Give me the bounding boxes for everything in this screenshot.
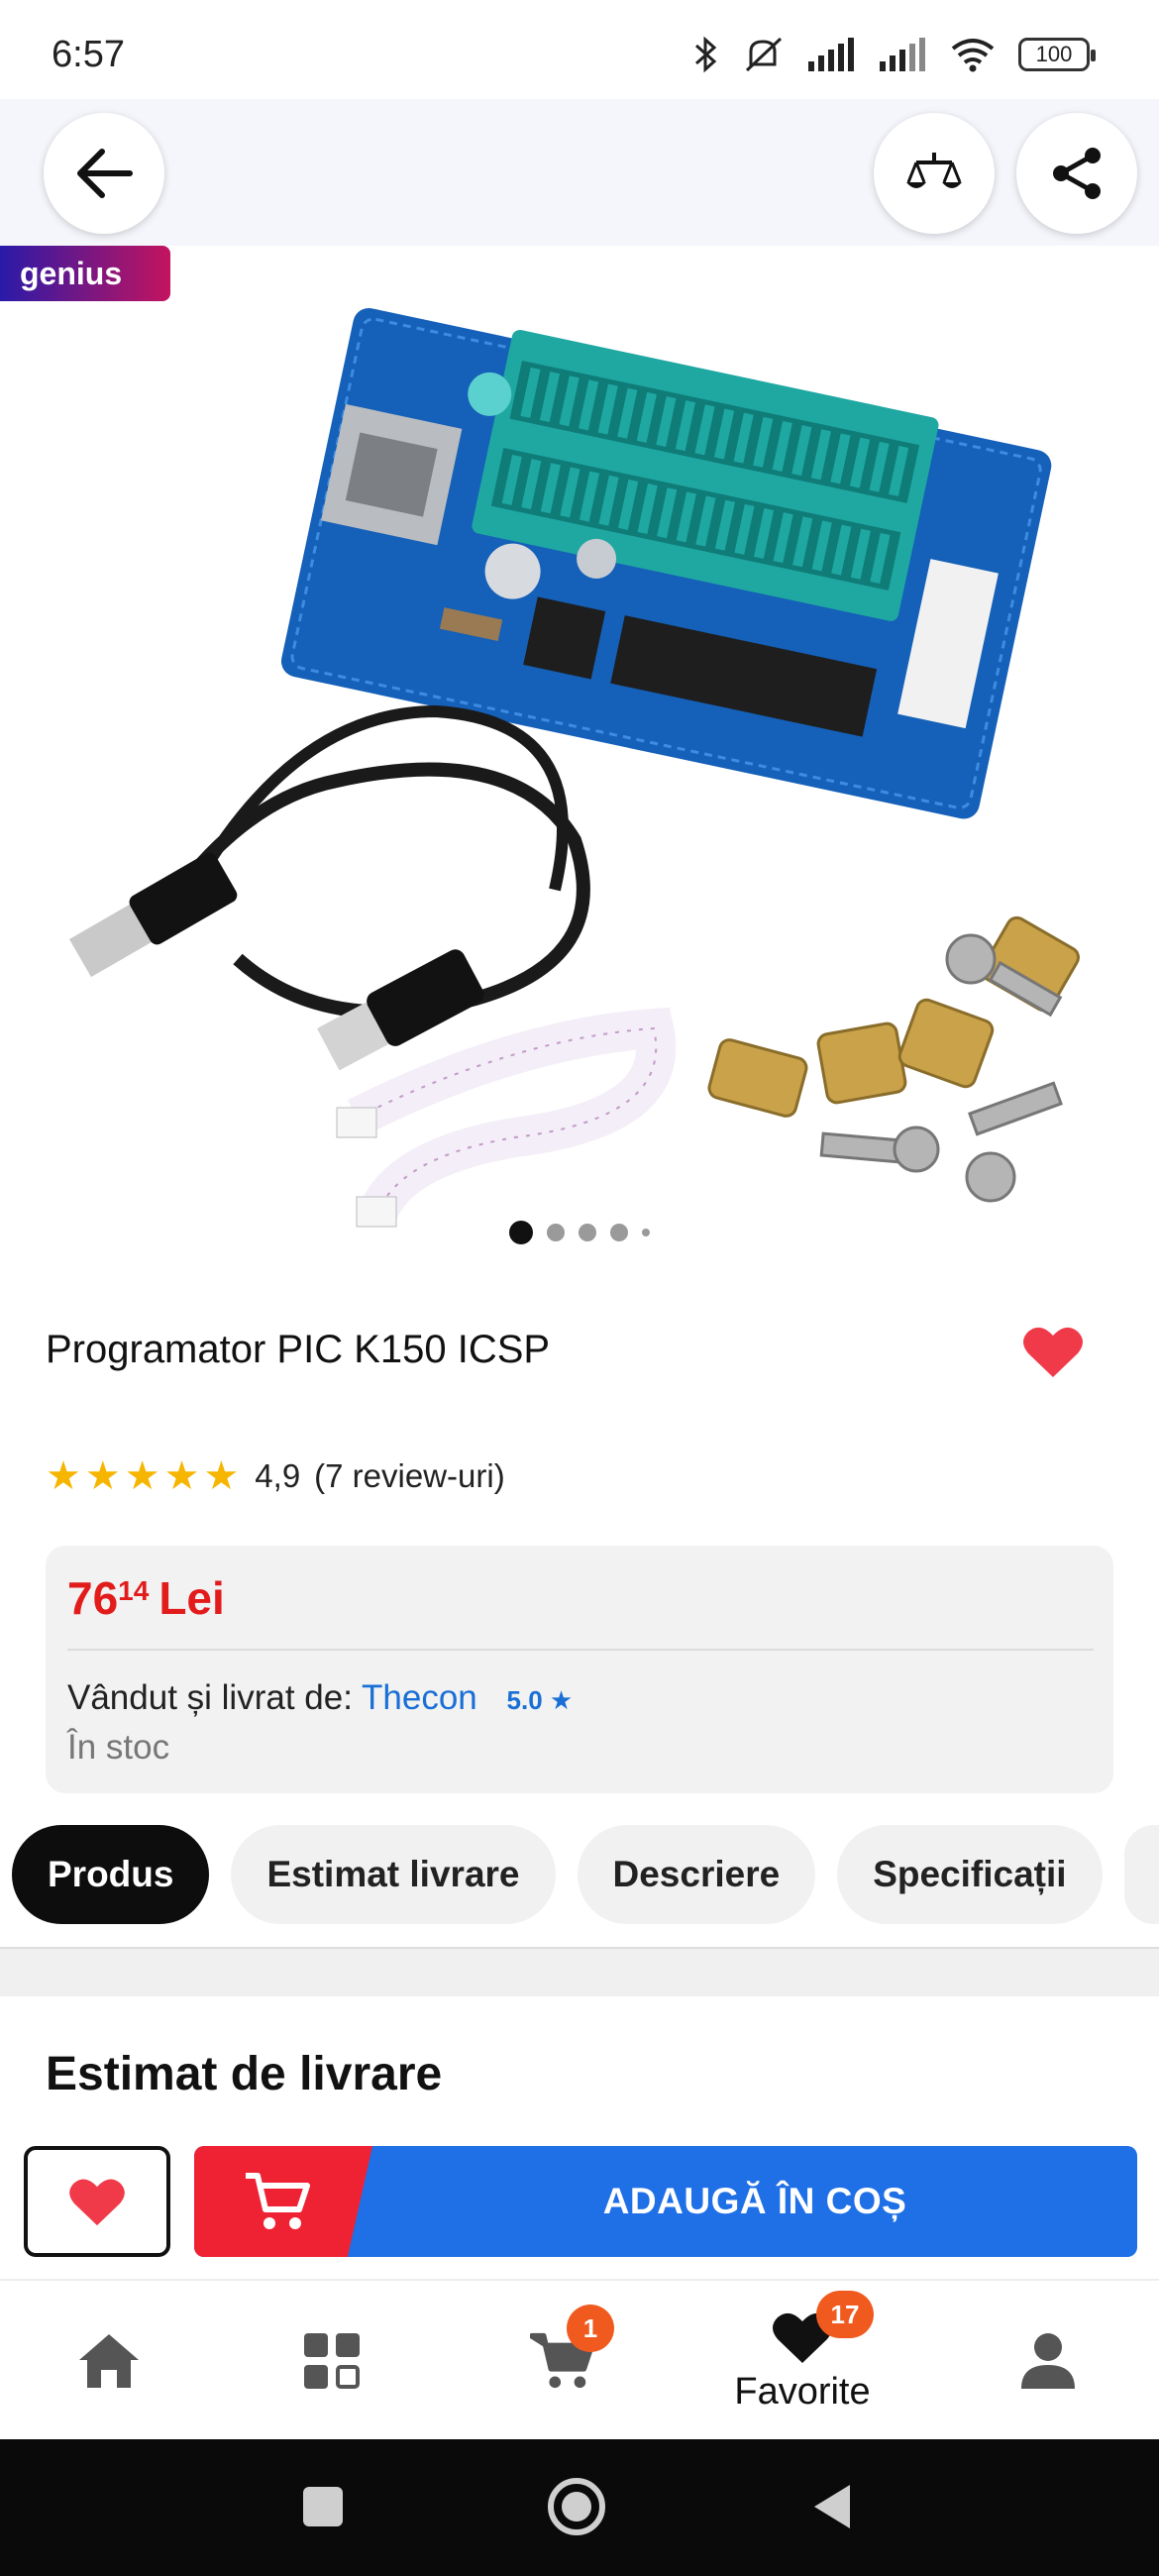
section-tabs: Produs Estimat livrare Descriere Specifi… (0, 1825, 1159, 1934)
pagination-dot[interactable] (642, 1229, 650, 1236)
mute-icon (745, 37, 783, 72)
heart-icon (1023, 1327, 1083, 1377)
user-icon (1021, 2333, 1075, 2389)
tab-estimat-livrare[interactable]: Estimat livrare (231, 1825, 556, 1924)
rating-stars: ★ ★ ★ ★ ★ (46, 1456, 239, 1496)
status-icons: 100 (693, 30, 1096, 79)
cart-badge: 1 (567, 2305, 614, 2352)
bluetooth-icon (695, 36, 717, 73)
nav-account[interactable] (999, 2281, 1098, 2441)
nav-home[interactable] (59, 2281, 158, 2441)
product-image-gallery[interactable]: genius (0, 246, 1159, 1266)
system-navigation-bar (0, 2439, 1159, 2576)
share-icon (1053, 148, 1101, 199)
gallery-pagination (0, 1221, 1159, 1244)
product-title: Programator PIC K150 ICSP (46, 1328, 551, 1371)
nav-favorites-label: Favorite (734, 2370, 871, 2413)
pagination-dot[interactable] (579, 1224, 596, 1241)
signal-icon (880, 38, 925, 71)
recents-button[interactable] (303, 2487, 343, 2526)
add-to-cart-button[interactable]: ADAUGĂ ÎN COȘ (194, 2146, 1137, 2257)
price: 7614 Lei (67, 1571, 225, 1625)
add-to-cart-label: ADAUGĂ ÎN COȘ (602, 2181, 907, 2221)
review-count: (7 review-uri) (314, 1457, 505, 1494)
price-cents: 14 (118, 1575, 150, 1606)
seller-score-value: 5.0 (506, 1685, 543, 1715)
back-button[interactable] (44, 113, 164, 234)
seller-score: 5.0 ★ (507, 1685, 574, 1715)
nav-favorites[interactable]: Favorite 17 (713, 2281, 892, 2441)
star-icon: ★ (549, 1685, 574, 1715)
star-icon: ★ (124, 1454, 160, 1498)
tab-descriere[interactable]: Descriere (577, 1825, 816, 1924)
section-separator (0, 1947, 1159, 1996)
favorite-heart-button[interactable] (1022, 1324, 1084, 1384)
seller-link[interactable]: Thecon (362, 1678, 477, 1717)
price-card: 7614 Lei Vândut și livrat de: Thecon 5.0 … (46, 1546, 1113, 1793)
tab-produs[interactable]: Produs (12, 1825, 210, 1924)
status-time: 6:57 (52, 34, 125, 75)
star-icon: ★ (163, 1454, 200, 1498)
stock-status: În stoc (67, 1728, 170, 1767)
nav-categories[interactable] (282, 2281, 381, 2441)
product-rating[interactable]: ★ ★ ★ ★ ★ 4,9 (7 review-uri) (46, 1456, 505, 1496)
wifi-icon (951, 39, 995, 72)
share-button[interactable] (1016, 113, 1137, 234)
top-bar (0, 99, 1159, 246)
favorites-badge: 17 (816, 2291, 874, 2338)
product-image (69, 307, 1080, 1228)
scale-compare-icon (906, 153, 962, 188)
grid-icon (304, 2333, 360, 2389)
add-to-favorites-button[interactable] (24, 2146, 170, 2257)
pagination-dot[interactable] (509, 1221, 533, 1244)
price-currency: Lei (158, 1572, 225, 1624)
status-bar: 6:57 100 (0, 0, 1159, 99)
tab-specificatii[interactable]: Specificații (837, 1825, 1103, 1924)
delivery-section-title: Estimat de livrare (46, 2048, 443, 2100)
arrow-left-icon (77, 149, 133, 198)
star-icon: ★ (203, 1454, 240, 1498)
heart-icon (69, 2179, 125, 2226)
back-nav-button[interactable] (810, 2483, 852, 2530)
bottom-navigation: 1 Favorite 17 (0, 2279, 1159, 2439)
battery-icon: 100 (1018, 38, 1096, 71)
seller-label: Vândut și livrat de: (67, 1678, 353, 1717)
pagination-dot[interactable] (610, 1224, 628, 1241)
pagination-dot[interactable] (547, 1224, 565, 1241)
star-icon: ★ (84, 1454, 121, 1498)
signal-icon (808, 38, 854, 71)
divider (67, 1649, 1094, 1651)
home-icon (79, 2334, 139, 2388)
star-icon: ★ (46, 1454, 81, 1498)
cart-icon (246, 2173, 310, 2229)
price-main: 76 (67, 1572, 119, 1624)
rating-value: 4,9 (255, 1457, 301, 1494)
tab-more[interactable] (1123, 1825, 1159, 1924)
compare-button[interactable] (874, 113, 995, 234)
nav-cart[interactable]: 1 (503, 2281, 622, 2441)
home-button[interactable] (547, 2477, 606, 2536)
seller-info: Vândut și livrat de: Thecon 5.0 ★ (67, 1678, 573, 1718)
